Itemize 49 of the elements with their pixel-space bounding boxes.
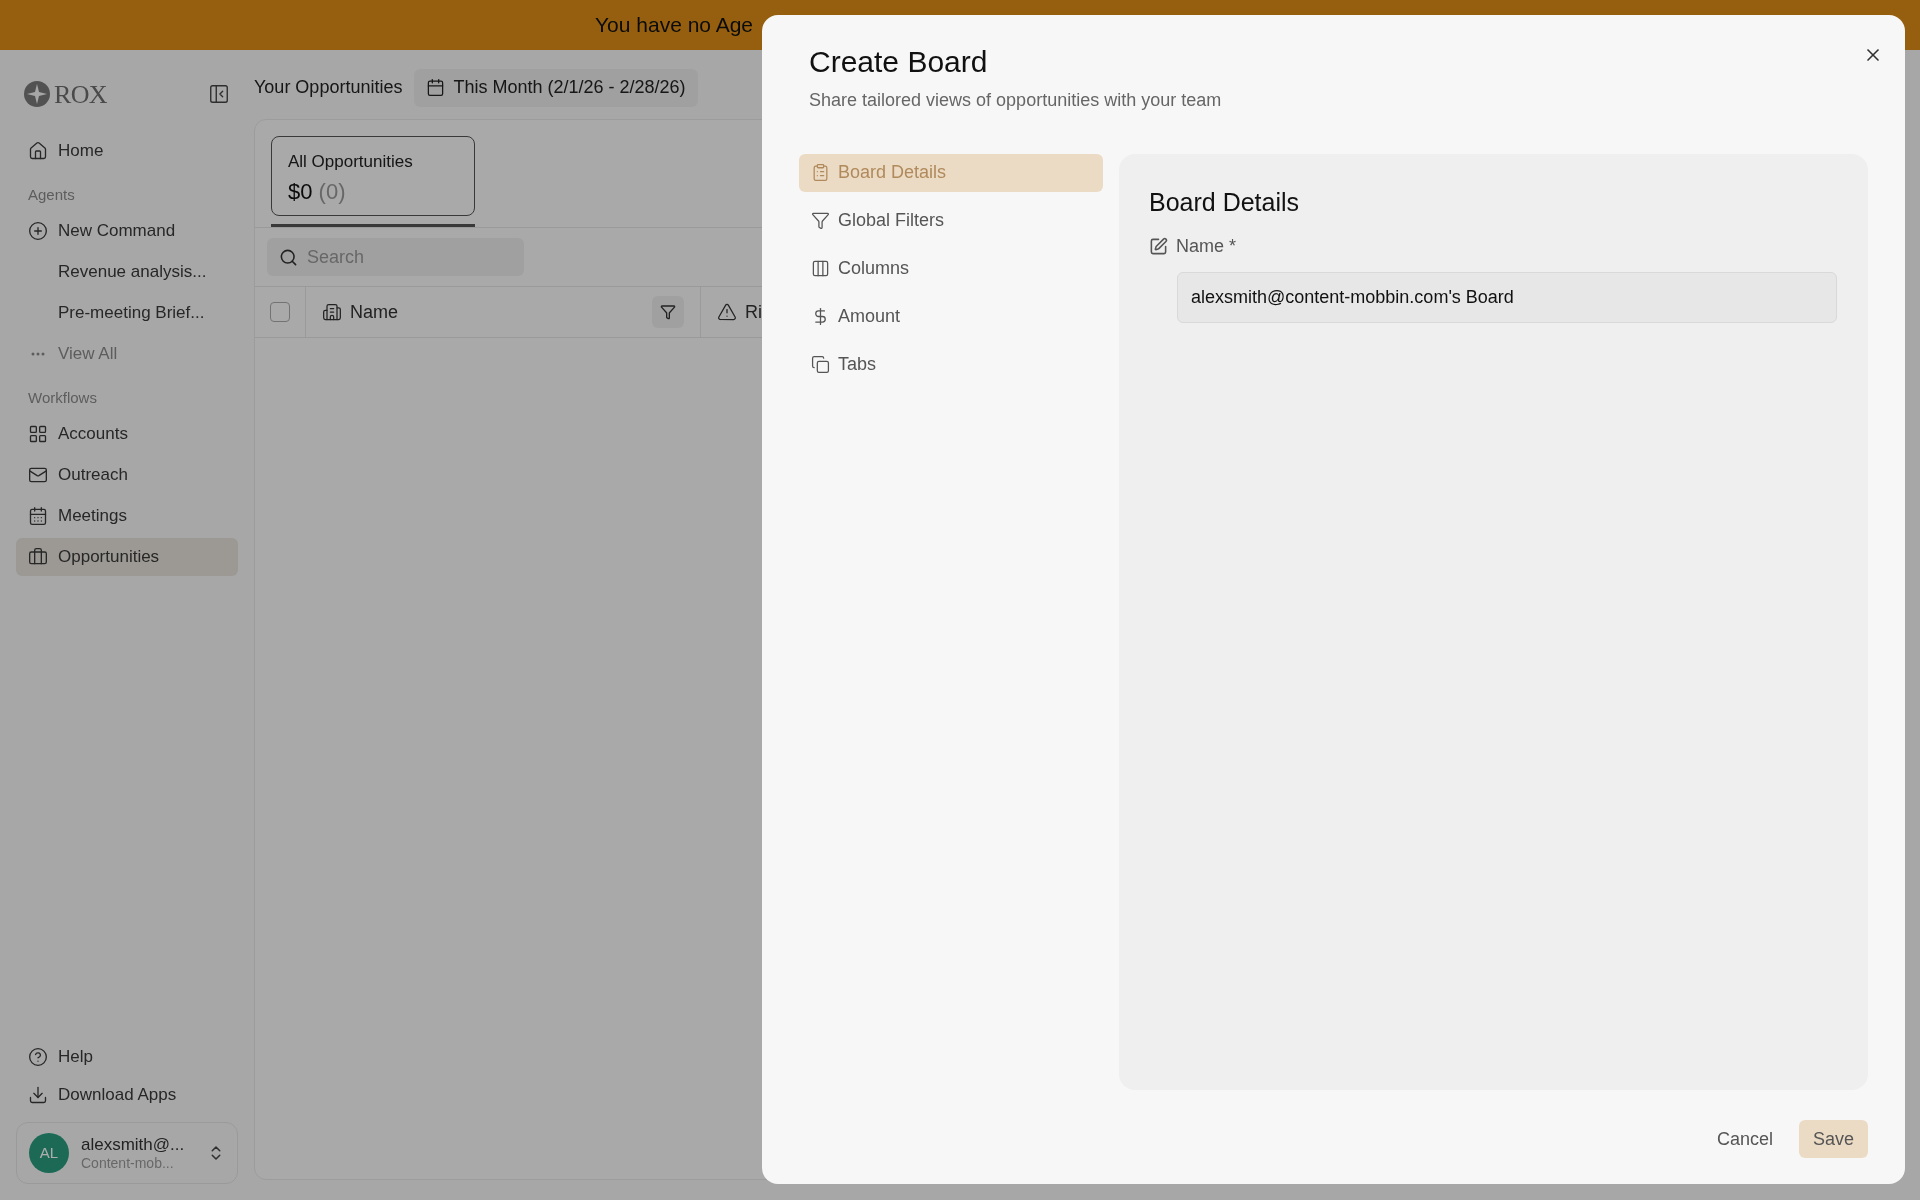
dialog-nav-item[interactable]: Amount (799, 297, 1103, 336)
warning-icon (717, 302, 737, 322)
dialog-nav-item[interactable]: Columns (799, 249, 1103, 288)
sidebar-link[interactable]: Download Apps (16, 1076, 238, 1114)
date-range-button[interactable]: This Month (2/1/26 - 2/28/26) (414, 68, 698, 107)
ellipsis-icon (31, 352, 45, 356)
edit-icon (1149, 237, 1168, 256)
sidebar-item[interactable]: Meetings (16, 497, 238, 535)
section-heading: Workflows (27, 388, 98, 408)
name-field[interactable]: alexsmith@content-mobbin.com's Board (1177, 272, 1837, 323)
page-title: Your Opportunities (254, 76, 403, 99)
collapse-sidebar-icon[interactable] (208, 83, 230, 105)
sidebar-item[interactable]: New Command (16, 212, 238, 250)
filter-button[interactable] (652, 296, 684, 328)
sidebar-link[interactable]: Help (16, 1038, 238, 1076)
cancel-button[interactable]: Cancel (1702, 1120, 1787, 1158)
section-heading: Agents (27, 185, 76, 205)
column-header[interactable]: Ri (701, 287, 778, 337)
home-icon (28, 141, 48, 161)
dialog-title: Create Board (808, 44, 989, 80)
sidebar-item[interactable]: Accounts (16, 415, 238, 453)
search-icon (279, 248, 298, 267)
panel-title: Board Details (1149, 186, 1301, 218)
account-name: alexsmith@... (81, 1133, 185, 1155)
dialog-nav-item[interactable]: Tabs (799, 345, 1103, 384)
calendar-icon (426, 78, 446, 97)
summary-tab[interactable]: All Opportunities $0 (0) (271, 136, 475, 216)
field-label: Name * (1176, 235, 1237, 258)
download-icon (28, 1085, 48, 1105)
logo-text: ROX (54, 78, 107, 111)
building-icon (322, 302, 342, 322)
sidebar-item[interactable]: Pre-meeting Brief... (16, 294, 238, 332)
sidebar-item[interactable]: Opportunities (16, 538, 238, 576)
select-all-checkbox[interactable] (270, 302, 290, 322)
logo-icon (24, 81, 50, 107)
account-switcher[interactable]: AL alexsmith@... Content-mob... (16, 1122, 238, 1184)
search-field[interactable]: Search (267, 238, 524, 276)
filter-icon (660, 304, 676, 320)
dialog-nav-item[interactable]: Global Filters (799, 201, 1103, 240)
sidebar-item[interactable]: Revenue analysis... (16, 253, 238, 291)
avatar: AL (29, 1133, 69, 1173)
help-icon (28, 1047, 48, 1067)
banner-text: You have no Age (595, 12, 754, 39)
sidebar-item[interactable]: Outreach (16, 456, 238, 494)
account-org: Content-mob... (81, 1154, 175, 1173)
dialog-subtitle: Share tailored views of opportunities with your team (808, 88, 1223, 112)
sidebar-item[interactable]: Home (16, 132, 238, 170)
column-header[interactable]: Name (306, 287, 701, 337)
save-button[interactable]: Save (1798, 1120, 1868, 1158)
